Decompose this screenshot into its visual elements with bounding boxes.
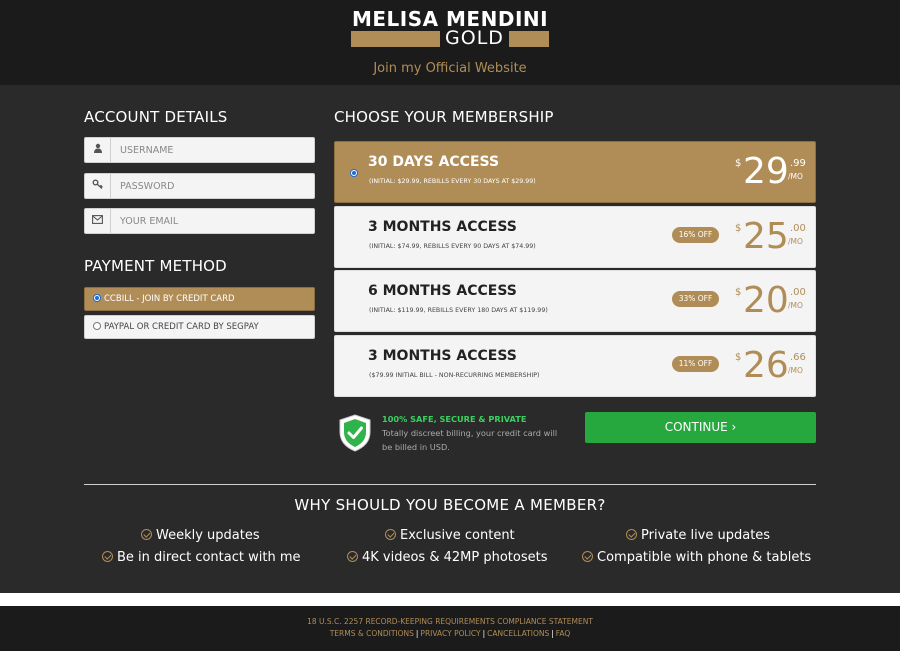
check-circle-icon: [347, 551, 358, 562]
check-circle-icon: [141, 529, 152, 540]
site-logo[interactable]: MELISA MENDINI GOLD: [351, 8, 549, 49]
plan-description: ($79.99 INITIAL BILL - NON-RECURRING MEM…: [369, 372, 540, 379]
price-amount: 26: [743, 345, 789, 386]
radio-icon[interactable]: [93, 322, 101, 330]
logo-bar-right: [509, 31, 549, 47]
check-circle-icon: [626, 529, 637, 540]
price-cents: .00: [790, 287, 806, 298]
payment-option-ccbill[interactable]: CCBILL - JOIN BY CREDIT CARD: [84, 287, 315, 311]
site-header: MELISA MENDINI GOLD Join my Official Web…: [0, 0, 900, 85]
footer-links: TERMS & CONDITIONS | PRIVACY POLICY | CANCEL…: [0, 629, 900, 638]
section-divider: [84, 484, 816, 485]
username-field[interactable]: [84, 137, 315, 163]
benefit-item: Private live updates: [626, 528, 770, 543]
plan-title: 3 MONTHS ACCESS: [368, 219, 517, 235]
envelope-icon: [85, 209, 111, 233]
benefit-item: Compatible with phone & tablets: [582, 550, 811, 565]
secure-text-line-2: be billed in USD.: [382, 442, 450, 452]
radio-icon[interactable]: [93, 294, 101, 302]
footer-separator: |: [415, 629, 419, 638]
footer-separator: |: [482, 629, 486, 638]
username-input[interactable]: [120, 138, 310, 162]
footer-separator: |: [551, 629, 554, 638]
cancellations-link[interactable]: CANCELLATIONS: [487, 629, 549, 638]
benefit-item: 4K videos & 42MP photosets: [347, 550, 547, 565]
membership-heading: CHOOSE YOUR MEMBERSHIP: [334, 108, 554, 126]
shield-check-icon: [339, 414, 371, 452]
site-footer: 18 U.S.C. 2257 RECORD-KEEPING REQUIREMEN…: [0, 606, 900, 651]
plan-description: (INITIAL: $29.99, REBILLS EVERY 30 DAYS …: [369, 178, 536, 185]
password-input[interactable]: [120, 174, 310, 198]
check-circle-icon: [582, 551, 593, 562]
secure-text-line-1: Totally discreet billing, your credit ca…: [382, 428, 558, 438]
price-amount: 25: [743, 216, 789, 257]
plan-description: (INITIAL: $74.99, REBILLS EVERY 90 DAYS …: [369, 243, 536, 250]
privacy-link[interactable]: PRIVACY POLICY: [420, 629, 480, 638]
plan-3-months-nonrecurring[interactable]: 3 MONTHS ACCESS ($79.99 INITIAL BILL - N…: [334, 335, 816, 397]
why-member-heading: WHY SHOULD YOU BECOME A MEMBER?: [294, 496, 606, 514]
terms-link[interactable]: TERMS & CONDITIONS: [330, 629, 414, 638]
plan-3-months[interactable]: 3 MONTHS ACCESS (INITIAL: $74.99, REBILL…: [334, 206, 816, 268]
price-period: /MO: [788, 172, 803, 181]
plan-description: (INITIAL: $119.99, REBILLS EVERY 180 DAY…: [369, 307, 548, 314]
price-cents: .00: [790, 223, 806, 234]
price-currency: $: [735, 223, 742, 234]
price-amount: 20: [743, 280, 789, 321]
key-icon: [85, 174, 111, 198]
discount-badge: 11% OFF: [672, 356, 719, 372]
benefit-item: Weekly updates: [141, 528, 260, 543]
compliance-statement-link[interactable]: 18 U.S.C. 2257 RECORD-KEEPING REQUIREMEN…: [0, 617, 900, 626]
check-circle-icon: [385, 529, 396, 540]
footer-spacer: [0, 593, 900, 606]
payment-option-label: CCBILL - JOIN BY CREDIT CARD: [104, 294, 235, 304]
price-period: /MO: [788, 366, 803, 375]
payment-method-heading: PAYMENT METHOD: [84, 257, 227, 275]
plan-title: 6 MONTHS ACCESS: [368, 283, 517, 299]
radio-icon[interactable]: [350, 169, 358, 177]
account-details-heading: ACCOUNT DETAILS: [84, 108, 228, 126]
price-period: /MO: [788, 237, 803, 246]
continue-button[interactable]: CONTINUE ›: [585, 412, 816, 443]
price-cents: .66: [790, 352, 806, 363]
plan-30-days[interactable]: 30 DAYS ACCESS (INITIAL: $29.99, REBILLS…: [334, 141, 816, 203]
secure-title: 100% SAFE, SECURE & PRIVATE: [382, 414, 527, 424]
plan-6-months[interactable]: 6 MONTHS ACCESS (INITIAL: $119.99, REBIL…: [334, 270, 816, 332]
user-icon: [85, 138, 111, 162]
plan-title: 30 DAYS ACCESS: [368, 154, 500, 170]
logo-bar-left: [351, 31, 440, 47]
payment-option-segpay[interactable]: PAYPAL OR CREDIT CARD BY SEGPAY: [84, 315, 315, 339]
check-circle-icon: [102, 551, 113, 562]
plan-title: 3 MONTHS ACCESS: [368, 348, 517, 364]
logo-suffix: GOLD: [445, 27, 504, 49]
password-field[interactable]: [84, 173, 315, 199]
payment-option-label: PAYPAL OR CREDIT CARD BY SEGPAY: [104, 322, 259, 332]
email-input[interactable]: [120, 209, 310, 233]
price-currency: $: [735, 287, 742, 298]
email-field[interactable]: [84, 208, 315, 234]
discount-badge: 33% OFF: [672, 291, 719, 307]
discount-badge: 16% OFF: [672, 227, 719, 243]
price-cents: .99: [790, 158, 806, 169]
price-period: /MO: [788, 301, 803, 310]
price-currency: $: [735, 352, 742, 363]
price-amount: 29: [743, 151, 789, 192]
tagline: Join my Official Website: [373, 61, 527, 76]
benefit-item: Be in direct contact with me: [102, 550, 301, 565]
benefit-item: Exclusive content: [385, 528, 515, 543]
price-currency: $: [735, 158, 742, 169]
faq-link[interactable]: FAQ: [556, 629, 571, 638]
